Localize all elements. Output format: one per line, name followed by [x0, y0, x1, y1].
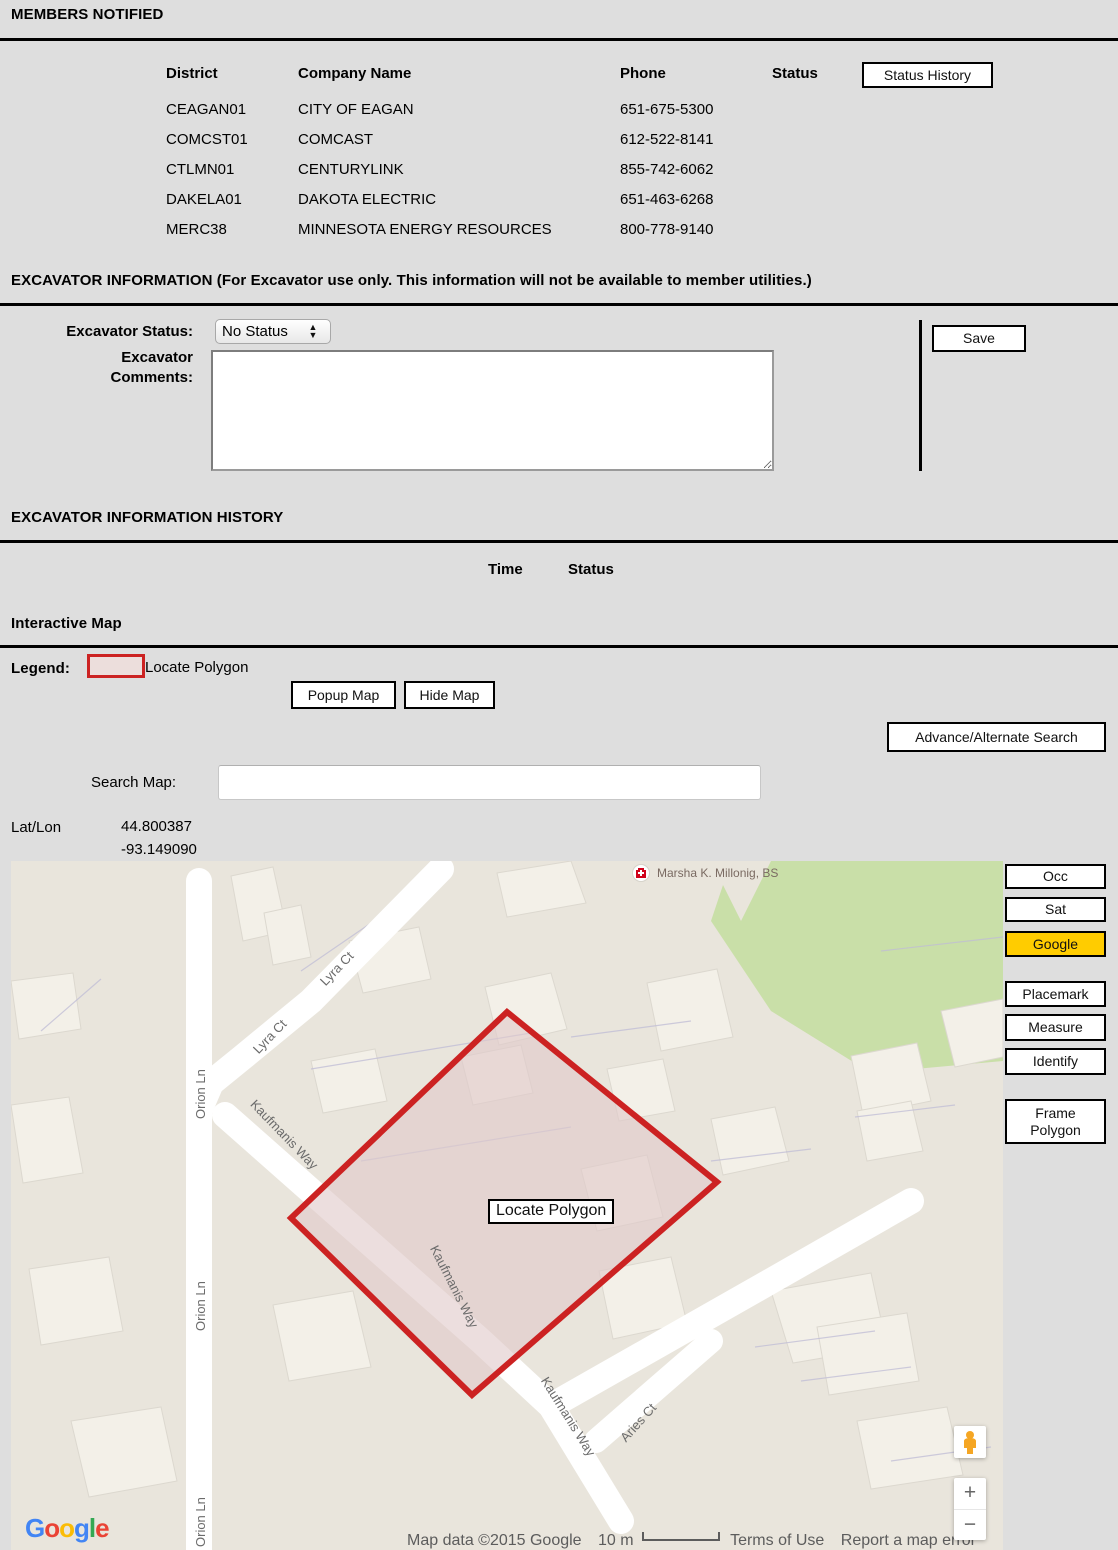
map-attribution: Map data ©2015 Google 10 m Terms of Use …	[401, 1532, 982, 1550]
search-map-input[interactable]	[218, 765, 761, 800]
table-row: MERC38	[166, 221, 227, 238]
excavator-comments-label-line1: Excavator	[121, 349, 193, 366]
table-row: MINNESOTA ENERGY RESOURCES	[298, 221, 552, 238]
hide-map-button[interactable]: Hide Map	[404, 681, 495, 709]
legend-swatch-locate-polygon	[87, 654, 145, 678]
interactive-map-title: Interactive Map	[11, 615, 122, 632]
street-label-orion-ln: Orion Ln	[193, 1497, 208, 1547]
pharmacy-poi-icon	[633, 865, 649, 881]
longitude-value: -93.149090	[121, 841, 197, 858]
table-row: 651-463-6268	[620, 191, 714, 208]
save-button[interactable]: Save	[932, 325, 1026, 352]
google-map-canvas[interactable]: Marsha K. Millonig, BS Lyra Ct Lyra Ct O…	[11, 861, 1003, 1550]
column-header-company-name: Company Name	[298, 65, 412, 82]
placemark-button[interactable]: Placemark	[1005, 981, 1106, 1007]
table-row: COMCAST	[298, 131, 373, 148]
latlon-label: Lat/Lon	[11, 819, 62, 836]
frame-polygon-button[interactable]: Frame Polygon	[1005, 1099, 1106, 1144]
measure-button[interactable]: Measure	[1005, 1014, 1106, 1041]
latitude-value: 44.800387	[121, 818, 192, 835]
section-divider	[0, 645, 1118, 648]
table-row: CEAGAN01	[166, 101, 247, 118]
excavator-comments-label-line2: Comments:	[110, 369, 193, 386]
popup-map-button[interactable]: Popup Map	[291, 681, 396, 709]
street-view-pegman-icon[interactable]	[954, 1426, 986, 1458]
table-row: 651-675-5300	[620, 101, 714, 118]
excavator-comments-textarea[interactable]	[211, 350, 774, 471]
table-row: DAKELA01	[166, 191, 242, 208]
search-map-label: Search Map:	[91, 774, 177, 791]
column-header-status: Status	[568, 561, 614, 578]
table-row: CTLMN01	[166, 161, 235, 178]
poi-label: Marsha K. Millonig, BS	[657, 866, 779, 880]
street-label-orion-ln: Orion Ln	[193, 1281, 208, 1331]
zoom-in-button[interactable]: +	[954, 1478, 986, 1510]
legend-label: Legend:	[11, 660, 71, 677]
table-row: 612-522-8141	[620, 131, 714, 148]
advance-alternate-search-button[interactable]: Advance/Alternate Search	[887, 722, 1106, 752]
table-row: 800-778-9140	[620, 221, 714, 238]
excavator-information-title: EXCAVATOR INFORMATION (For Excavator use…	[11, 272, 812, 289]
section-divider	[0, 540, 1118, 543]
excavator-status-label: Excavator Status:	[66, 323, 193, 340]
terms-of-use-link[interactable]: Terms of Use	[724, 1532, 830, 1549]
zoom-controls[interactable]: + −	[954, 1478, 986, 1540]
street-label-orion-ln: Orion Ln	[193, 1069, 208, 1119]
table-row: CENTURYLINK	[298, 161, 404, 178]
map-layer-google-button[interactable]: Google	[1005, 931, 1106, 957]
column-header-status: Status	[772, 65, 818, 82]
table-row: COMCST01	[166, 131, 248, 148]
table-row: 855-742-6062	[620, 161, 714, 178]
vertical-divider	[919, 320, 922, 471]
scale-bar-icon	[641, 1532, 720, 1541]
status-history-button[interactable]: Status History	[862, 62, 993, 88]
table-row: CITY OF EAGAN	[298, 101, 414, 118]
members-notified-title: MEMBERS NOTIFIED	[11, 6, 164, 23]
google-logo: Google	[25, 1513, 110, 1543]
section-divider	[0, 38, 1118, 41]
section-divider	[0, 303, 1118, 306]
scale-label: 10 m	[598, 1532, 634, 1549]
excavator-comments-label: Excavator Comments:	[0, 348, 193, 388]
legend-item-label: Locate Polygon	[145, 659, 249, 676]
map-data-credit: Map data ©2015 Google	[407, 1532, 582, 1549]
identify-button[interactable]: Identify	[1005, 1048, 1106, 1075]
column-header-district: District	[166, 65, 218, 82]
column-header-phone: Phone	[620, 65, 666, 82]
column-header-time: Time	[488, 561, 523, 578]
map-layer-occ-button[interactable]: Occ	[1005, 864, 1106, 889]
locate-polygon-label: Locate Polygon	[488, 1199, 615, 1224]
zoom-out-button[interactable]: −	[954, 1510, 986, 1541]
locate-ticket-page: MEMBERS NOTIFIED District Company Name P…	[0, 0, 1118, 1550]
excavator-history-title: EXCAVATOR INFORMATION HISTORY	[11, 509, 284, 526]
table-row: DAKOTA ELECTRIC	[298, 191, 437, 208]
excavator-status-select[interactable]: No Status	[215, 319, 331, 344]
map-layer-sat-button[interactable]: Sat	[1005, 897, 1106, 922]
